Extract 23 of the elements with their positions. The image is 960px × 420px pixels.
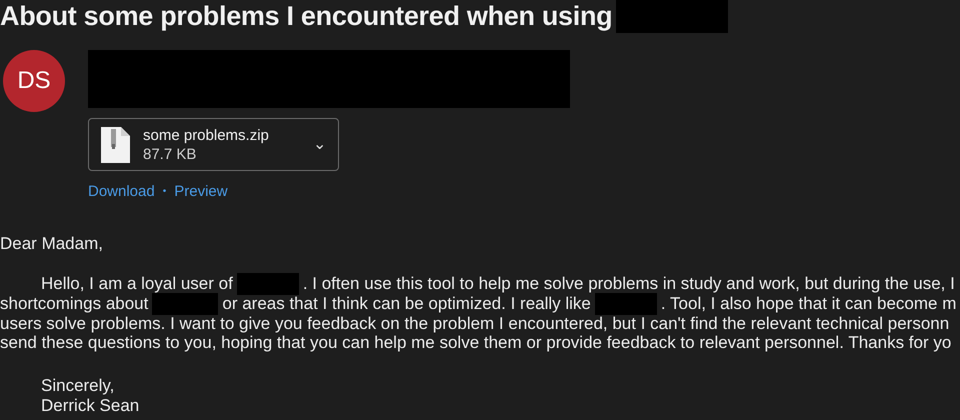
body-text: or areas that I think can be optimized. I really like [222, 294, 591, 314]
body-text: Hello, I am a loyal user of [41, 274, 233, 294]
body-text: users solve problems. I want to give you feedback on the problem I encountered, but I can't find the relevant technical personn [0, 314, 950, 333]
greeting-text: Dear Madam, [0, 234, 104, 254]
redaction-bar [594, 292, 657, 315]
attachment-size: 87.7 KB [143, 144, 198, 164]
attachment-card[interactable]: some problems.zip 87.7 KB ⌄ [88, 118, 339, 171]
redaction-bar [236, 272, 299, 295]
closing-text: Derrick Sean [41, 396, 140, 416]
preview-link[interactable]: Preview [174, 183, 228, 200]
body-text: . Tool, I also hope that it can become m [660, 294, 956, 314]
body-text: shortcomings about [0, 294, 148, 314]
link-separator: • [162, 186, 166, 197]
closing-text: Sincerely, [41, 376, 116, 396]
caret-icon[interactable]: ⌄ [313, 140, 326, 150]
redaction-bar [152, 292, 218, 315]
zip-file-icon [99, 126, 131, 164]
download-link[interactable]: Download [88, 183, 155, 200]
body-text: . I often use this tool to help me solve problems in study and work, but during the use, I [302, 274, 955, 294]
body-text: send these questions to you, hoping that you can help me solve them or provide feedback to relevant personnel. Thanks for yo [0, 333, 952, 352]
sender-avatar: DS [3, 50, 65, 112]
email-subject: About some problems I encountered when using [0, 0, 612, 33]
attachment-name: some problems.zip [143, 126, 269, 144]
